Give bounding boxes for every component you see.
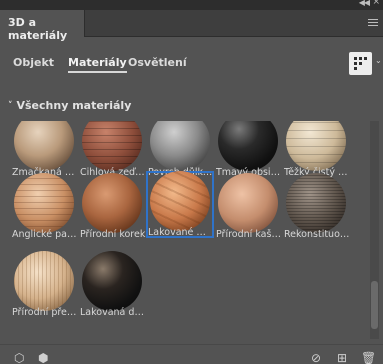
material-label: Anglické park... bbox=[12, 229, 78, 240]
lacquered-dark-wood-sphere-icon bbox=[82, 251, 142, 311]
grid-preset-icon bbox=[354, 57, 367, 70]
materials-grid: Zmačkaná pla... Cihlová zeď C... Povrch … bbox=[10, 121, 370, 339]
collapse-panels-icon[interactable]: ◀◀ bbox=[359, 0, 370, 7]
delete-icon[interactable]: 🗑 bbox=[361, 351, 376, 364]
plywood-sphere-icon bbox=[14, 251, 74, 311]
section-title: Všechny materiály bbox=[16, 99, 132, 112]
new-material-icon[interactable]: ⊞ bbox=[337, 351, 347, 364]
material-label: Přírodní překli... bbox=[12, 307, 78, 318]
panel-menu-icon[interactable] bbox=[368, 19, 378, 28]
no-material-icon[interactable]: ⊘ bbox=[311, 351, 321, 364]
materials-scrollbar[interactable] bbox=[370, 121, 379, 339]
material-tile[interactable]: Lakovaná dře... bbox=[78, 251, 146, 318]
chevron-down-icon[interactable]: ⌄ bbox=[375, 56, 382, 65]
material-label: Přírodní korek bbox=[80, 229, 146, 240]
close-panel-icon[interactable]: × bbox=[372, 0, 380, 7]
lacquered-wood-sphere-icon bbox=[150, 171, 210, 231]
chestnut-wood-sphere-icon bbox=[218, 173, 278, 233]
tab-object[interactable]: Objekt bbox=[13, 56, 54, 69]
tab-materials[interactable]: Materiály bbox=[68, 56, 127, 73]
material-label: Přírodní kašta... bbox=[216, 229, 282, 240]
panel-top-bar: ◀◀ × bbox=[0, 0, 383, 10]
material-label: Rekonstituov... bbox=[284, 229, 350, 240]
add-3d-object-icon[interactable]: ⬢ bbox=[38, 351, 48, 364]
material-label: Lakovaná dře... bbox=[80, 307, 146, 318]
crumpled-material-sphere-icon bbox=[14, 121, 74, 171]
cork-sphere-icon bbox=[82, 173, 142, 233]
tab-lighting[interactable]: Osvětlení bbox=[128, 56, 187, 69]
dark-obsidian-sphere-icon bbox=[218, 121, 278, 171]
panel-tab-3d-materials[interactable]: 3D a materiály bbox=[0, 10, 85, 42]
brick-wall-sphere-icon bbox=[82, 121, 142, 171]
parquet-sphere-icon bbox=[14, 173, 74, 233]
material-tile[interactable]: Povrch důlku ... bbox=[146, 121, 214, 178]
material-tile[interactable]: Zmačkaná pla... bbox=[10, 121, 78, 178]
scrollbar-thumb[interactable] bbox=[371, 281, 378, 329]
panel-tab-strip: 3D a materiály bbox=[0, 10, 383, 42]
material-tile-selected[interactable]: Lakované mo... bbox=[146, 171, 214, 238]
panel-footer: ⬡ ⬢ ⊘ ⊞ 🗑 bbox=[0, 344, 383, 364]
material-preset-button[interactable] bbox=[349, 52, 372, 75]
reconstituted-wood-sphere-icon bbox=[286, 173, 346, 233]
dimpled-surface-sphere-icon bbox=[150, 121, 210, 171]
material-tile[interactable]: Těžký čistý zl... bbox=[282, 121, 350, 178]
heavy-stone-sphere-icon bbox=[286, 121, 346, 171]
material-tile[interactable]: Rekonstituov... bbox=[282, 173, 350, 240]
material-tile[interactable]: Přírodní kašta... bbox=[214, 173, 282, 240]
material-tile[interactable]: Tmavý obsidián bbox=[214, 121, 282, 178]
material-tile[interactable]: Přírodní korek bbox=[78, 173, 146, 240]
material-tile[interactable]: Anglické park... bbox=[10, 173, 78, 240]
cube-icon[interactable]: ⬡ bbox=[14, 351, 24, 364]
section-header-all-materials[interactable]: ˅ Všechny materiály bbox=[8, 99, 131, 112]
material-tile[interactable]: Přírodní překli... bbox=[10, 251, 78, 318]
material-tile[interactable]: Cihlová zeď C... bbox=[78, 121, 146, 178]
chevron-down-icon: ˅ bbox=[8, 101, 13, 111]
material-label: Lakované mo... bbox=[148, 227, 214, 238]
